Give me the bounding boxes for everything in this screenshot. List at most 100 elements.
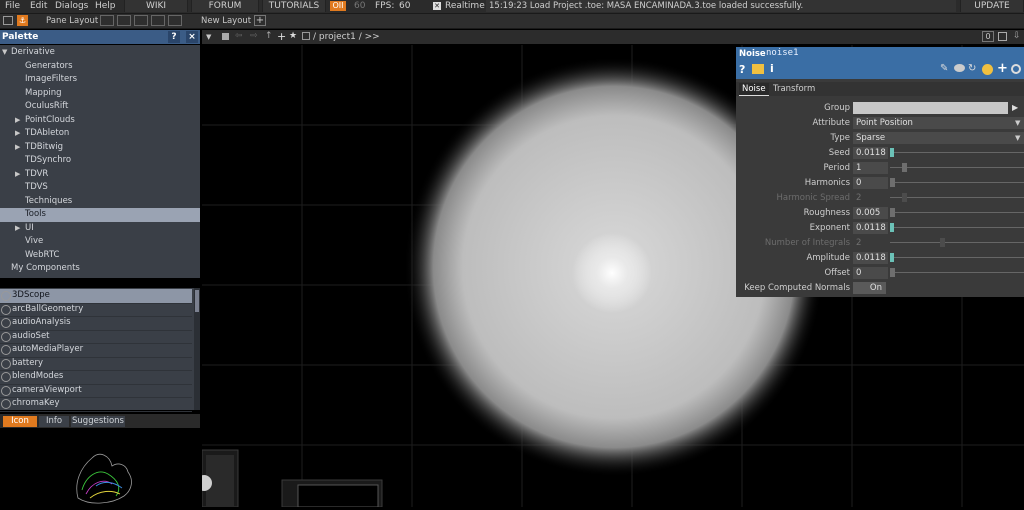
update-button[interactable]: UPDATE (960, 0, 1024, 12)
network-path[interactable]: / project1 / >> (313, 31, 380, 43)
comment-icon[interactable] (954, 64, 965, 72)
slider-knob[interactable] (902, 193, 907, 202)
toggle-button[interactable]: On (853, 282, 886, 294)
slider-track[interactable] (890, 272, 1024, 273)
menu-file[interactable]: File (5, 0, 20, 13)
slider-track[interactable] (890, 182, 1024, 183)
anchor-icon[interactable]: ⚓ (17, 15, 28, 26)
layout-split-h-icon[interactable] (117, 15, 131, 26)
slider-track[interactable] (890, 242, 1024, 243)
star-icon[interactable]: ★ (289, 31, 297, 41)
value-field[interactable]: 0.0118 (853, 222, 888, 234)
expand-right-icon[interactable]: ▶ (15, 141, 20, 154)
palette-tree-item[interactable]: Tools (0, 208, 200, 222)
palette-tree-item[interactable]: WebRTC (0, 249, 200, 263)
component-list-item[interactable]: arcBallGeometry (0, 303, 192, 317)
info-icon[interactable]: i (770, 62, 774, 75)
tab-icon[interactable]: Icon (3, 416, 37, 427)
tab-info[interactable]: Info (39, 416, 69, 427)
slider-knob[interactable] (890, 208, 895, 217)
image-icon[interactable] (3, 16, 13, 25)
slider-knob[interactable] (902, 163, 907, 172)
palette-tree-item[interactable]: ▶ TDBitwig (0, 141, 200, 155)
palette-tree-item[interactable]: Generators (0, 60, 200, 74)
value-field[interactable]: 0 (853, 267, 888, 279)
palette-list-scroll-thumb[interactable] (195, 290, 199, 312)
pin-icon[interactable] (302, 32, 310, 40)
component-list-item[interactable]: blendModes (0, 370, 192, 385)
component-list-item[interactable]: autoMediaPlayer (0, 343, 192, 358)
add-op-icon[interactable]: + (277, 30, 286, 43)
group-menu-arrow-icon[interactable]: ▶ (1012, 103, 1018, 112)
oi-indicator[interactable]: OII (330, 1, 346, 11)
palette-tree-item[interactable]: ▶ TDAbleton (0, 127, 200, 141)
palette-tree-item[interactable]: OculusRift (0, 100, 200, 114)
component-list-item[interactable]: 3DScope (0, 289, 192, 304)
component-list-item[interactable]: audioAnalysis (0, 316, 192, 331)
layout-single-icon[interactable] (100, 15, 114, 26)
layout-split-v-icon[interactable] (134, 15, 148, 26)
component-list-item[interactable]: battery (0, 357, 192, 371)
pencil-icon[interactable]: ✎ (940, 63, 948, 74)
stop-icon[interactable] (222, 33, 229, 40)
slider-fill[interactable] (890, 223, 894, 232)
menu-help[interactable]: Help (95, 0, 116, 13)
op-name-field[interactable]: noise1 (766, 48, 799, 58)
palette-tree-item[interactable]: ImageFilters (0, 73, 200, 87)
palette-tree-item[interactable]: ▼ Derivative (0, 46, 200, 60)
slider-track[interactable] (890, 167, 1024, 168)
pane-counter[interactable]: 0 (982, 31, 994, 42)
expand-right-icon[interactable]: ▶ (15, 168, 20, 181)
tutorials-button[interactable]: TUTORIALS (262, 0, 326, 12)
target-icon[interactable] (1011, 64, 1021, 74)
component-list-item[interactable]: chromaKey (0, 397, 192, 412)
palette-tree-item[interactable]: My Components (0, 262, 200, 276)
palette-tree-item[interactable]: Mapping (0, 87, 200, 101)
value-field[interactable]: 0 (853, 177, 888, 189)
value-field[interactable]: 0.0118 (853, 252, 888, 264)
realtime-checkbox[interactable]: ✕ (433, 2, 441, 10)
component-list-item[interactable]: audioSet (0, 330, 192, 344)
slider-track[interactable] (890, 227, 1024, 228)
menu-dialogs[interactable]: Dialogs (55, 0, 88, 13)
group-field[interactable] (853, 102, 1008, 114)
menu-dropdown[interactable]: Sparse (853, 132, 1024, 144)
expand-down-icon[interactable]: ▼ (2, 46, 7, 59)
expand-right-icon[interactable]: ▶ (15, 114, 20, 127)
palette-tree-item[interactable]: ▶ PointClouds (0, 114, 200, 128)
expand-right-icon[interactable]: ▶ (15, 127, 20, 140)
download-icon[interactable]: ⇩ (1013, 31, 1021, 41)
wiki-button[interactable]: WIKI (124, 0, 188, 12)
slider-knob[interactable] (890, 178, 895, 187)
palette-tree-item[interactable]: TDSynchro (0, 154, 200, 168)
palette-tree-item[interactable]: Techniques (0, 195, 200, 209)
layout-triple-icon[interactable] (168, 15, 182, 26)
tab-suggestions[interactable]: Suggestions (71, 416, 125, 427)
forum-button[interactable]: FORUM (191, 0, 259, 12)
value-field[interactable]: 0.005 (853, 207, 888, 219)
refresh-icon[interactable]: ↻ (968, 63, 976, 74)
layout-quad-icon[interactable] (151, 15, 165, 26)
slider-fill[interactable] (890, 253, 894, 262)
menu-dropdown[interactable]: Point Position (853, 117, 1024, 129)
slider-track[interactable] (890, 152, 1024, 153)
slider-track[interactable] (890, 257, 1024, 258)
lock-icon[interactable] (752, 64, 764, 74)
maximize-icon[interactable] (998, 32, 1007, 41)
expand-right-icon[interactable]: ▶ (15, 222, 20, 235)
chevron-down-icon[interactable]: ▼ (1015, 134, 1020, 142)
palette-tree-item[interactable]: TDVS (0, 181, 200, 195)
value-field[interactable]: 1 (853, 162, 888, 174)
palette-help-button[interactable]: ? (168, 31, 180, 43)
forward-icon[interactable]: ⇨ (250, 31, 258, 41)
slider-track[interactable] (890, 197, 1024, 198)
palette-tree-item[interactable]: ▶ TDVR (0, 168, 200, 182)
value-field[interactable]: 0.0118 (853, 147, 888, 159)
palette-tree-item[interactable]: Vive (0, 235, 200, 249)
value-field[interactable]: 2 (853, 237, 888, 249)
add-icon[interactable]: + (997, 61, 1008, 76)
component-list-item[interactable]: cameraViewport (0, 384, 192, 398)
chevron-down-icon[interactable]: ▼ (206, 33, 211, 41)
add-layout-button[interactable]: + (254, 15, 266, 26)
up-icon[interactable]: ↑ (265, 31, 273, 41)
